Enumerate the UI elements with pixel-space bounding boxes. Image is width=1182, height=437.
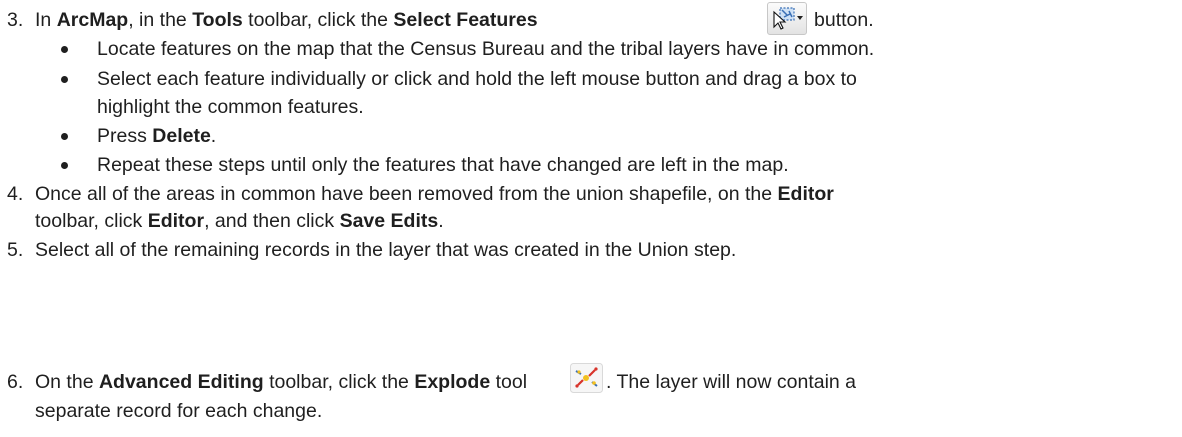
step-6-bold-advanced-editing: Advanced Editing	[98, 371, 264, 393]
step-3-bullet-1: Locate features on the map that the Cens…	[97, 38, 875, 60]
step-3-part: toolbar, click the	[242, 9, 394, 31]
bullet-dot	[61, 133, 68, 140]
step-4-pre: Once all of the areas in common have bee…	[35, 183, 778, 205]
step-4-bold-editor: Editor	[147, 210, 205, 232]
bullet-dot	[61, 76, 68, 83]
step-6-line-2: separate record for each change.	[35, 400, 323, 422]
step-6-mid: toolbar, click the	[263, 371, 415, 393]
step-4-line-2: toolbar, click Editor, and then click Sa…	[35, 208, 444, 234]
step-4-pre: toolbar, click	[35, 210, 148, 232]
step-3-part-select-features: Select Features	[393, 9, 538, 31]
step-6-pre: On the	[35, 371, 99, 393]
step-6-line-1-b: . The layer will now contain a	[606, 371, 857, 393]
step-6-bold-explode: Explode	[414, 371, 491, 393]
step-3-after-icon: button.	[814, 9, 874, 31]
bullet-dot	[61, 46, 68, 53]
bullet-3-bold: Delete	[152, 125, 211, 147]
bullet-3-post: .	[210, 125, 217, 147]
step-3-bullet-2-cont: highlight the common features.	[97, 96, 364, 118]
step-4-number: 4.	[7, 183, 24, 205]
select-features-icon	[773, 7, 795, 30]
step-3-text: In ArcMap, in the Tools toolbar, click t…	[35, 7, 538, 33]
bullet-dot	[61, 162, 68, 169]
step-4-bold-save-edits: Save Edits	[339, 210, 439, 232]
step-4-line-1: Once all of the areas in common have bee…	[35, 181, 834, 207]
explode-icon	[570, 363, 603, 393]
step-6-number: 6.	[7, 371, 24, 393]
step-3-number: 3.	[7, 9, 24, 31]
bullet-3-pre: Press	[97, 125, 153, 147]
step-5-number: 5.	[7, 239, 24, 261]
step-3-part-arcmap: ArcMap	[56, 9, 129, 31]
step-3-part-tools: Tools	[192, 9, 243, 31]
step-4-bold-editor: Editor	[777, 183, 834, 205]
dropdown-arrow-icon	[797, 16, 803, 20]
step-6-post: tool	[490, 371, 528, 393]
select-features-button	[767, 2, 807, 35]
step-3-part: In	[35, 9, 57, 31]
step-3-bullet-4: Repeat these steps until only the featur…	[97, 154, 789, 176]
step-5-text: Select all of the remaining records in t…	[35, 239, 737, 261]
step-3-bullet-2: Select each feature individually or clic…	[97, 68, 857, 90]
step-6-line-1-a: On the Advanced Editing toolbar, click t…	[35, 369, 527, 395]
step-4-post: .	[438, 210, 444, 232]
step-4-mid: , and then click	[204, 210, 340, 232]
step-3-bullet-3: Press Delete.	[97, 123, 216, 149]
step-3-part: , in the	[128, 9, 193, 31]
